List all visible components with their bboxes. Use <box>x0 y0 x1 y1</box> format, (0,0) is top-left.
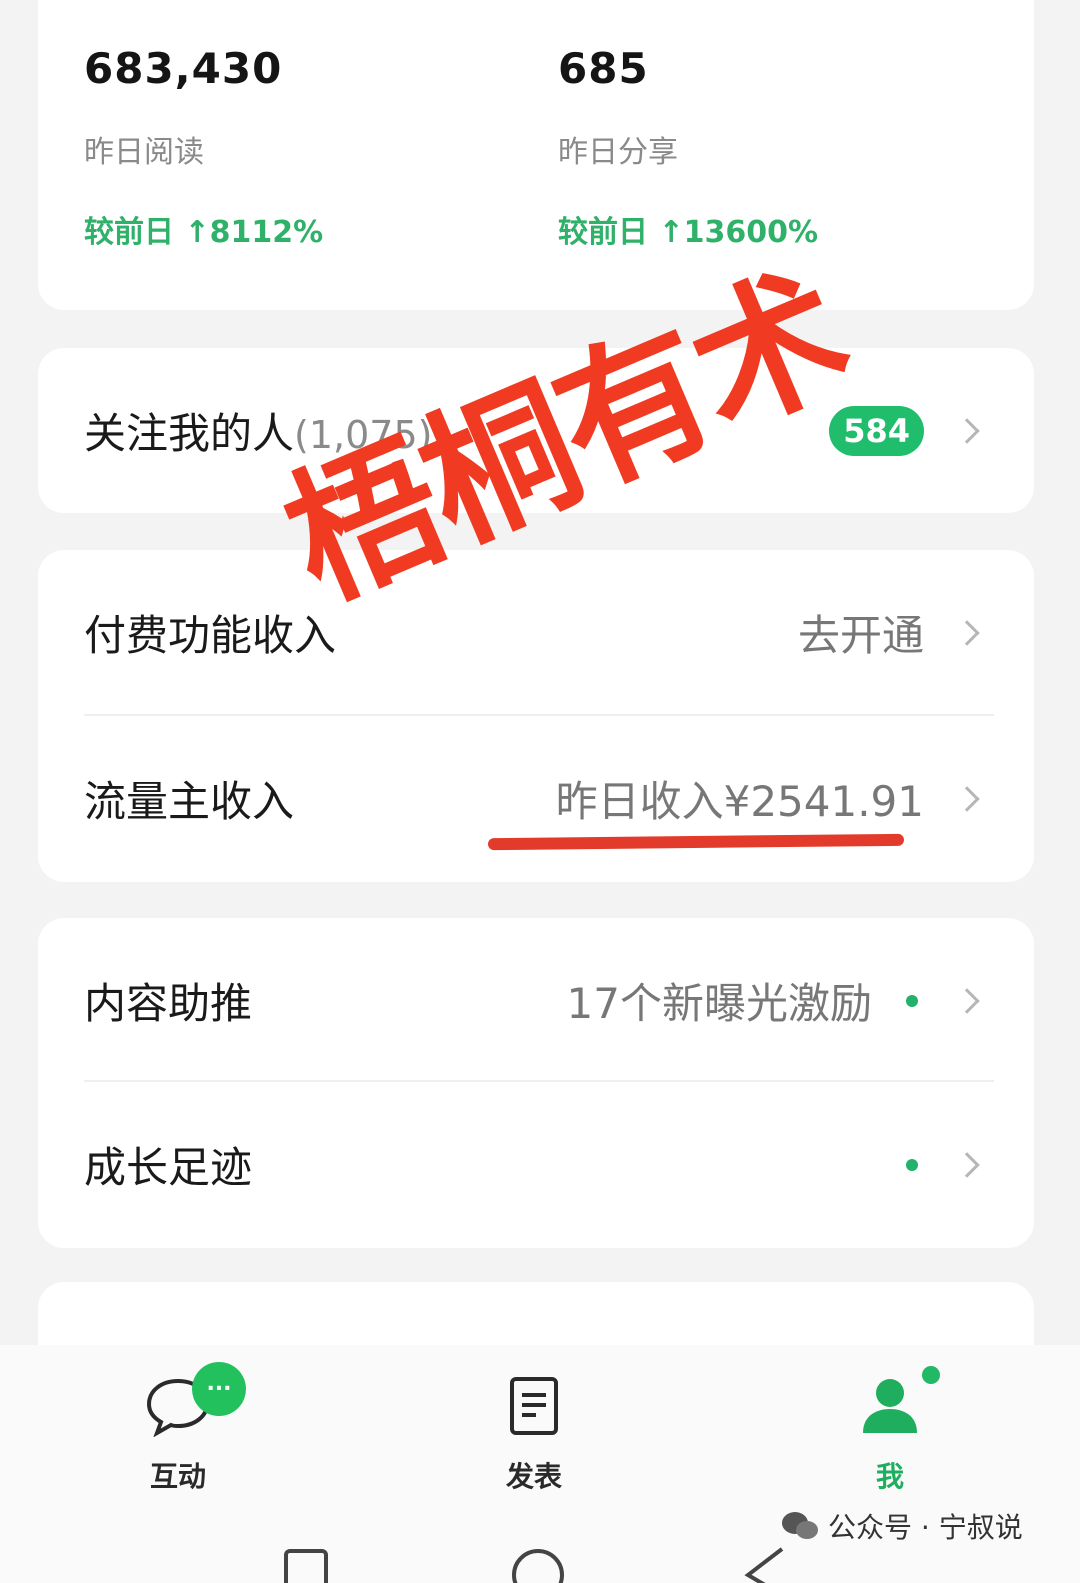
document-icon <box>510 1377 558 1435</box>
shares-value: 685 <box>558 44 649 93</box>
traffic-income-right: 昨日收入¥2541.91 <box>555 768 980 829</box>
traffic-income-title: 流量主收入 <box>84 777 295 826</box>
notification-dot <box>906 994 918 1007</box>
tab-publish[interactable]: 发表 <box>464 1375 604 1495</box>
back-nav-icon[interactable] <box>742 1545 792 1583</box>
home-nav-icon[interactable] <box>508 1545 568 1583</box>
shares-label: 昨日分享 <box>558 135 678 170</box>
traffic-income-value: 昨日收入¥2541.91 <box>555 777 924 826</box>
reads-value: 683,430 <box>84 44 283 93</box>
growth-card: 内容助推 17个新曝光激励 成长足迹 <box>38 918 1034 1248</box>
chevron-right-icon <box>954 785 980 812</box>
paid-income-row[interactable]: 付费功能收入 去开通 <box>38 550 1034 715</box>
account-watermark-text: 公众号 · 宁叔说 <box>828 1511 1023 1544</box>
content-boost-value: 17个新曝光激励 <box>566 979 872 1028</box>
traffic-income-row[interactable]: 流量主收入 昨日收入¥2541.91 <box>38 716 1034 881</box>
tab-me-label: 我 <box>875 1460 904 1493</box>
content-boost-row[interactable]: 内容助推 17个新曝光激励 <box>38 918 1034 1083</box>
tab-publish-label: 发表 <box>505 1460 562 1493</box>
square-nav-icon[interactable] <box>282 1545 332 1583</box>
chevron-right-icon <box>954 987 980 1014</box>
chat-badge: ... <box>192 1362 246 1416</box>
growth-title: 成长足迹 <box>84 1143 253 1192</box>
wechat-icon <box>782 1512 818 1539</box>
paid-income-title: 付费功能收入 <box>84 611 337 660</box>
stats-card: 683,430 昨日阅读 较前日 ↑8112% 685 昨日分享 较前日 ↑13… <box>38 0 1034 310</box>
reads-label: 昨日阅读 <box>84 135 204 170</box>
growth-row[interactable]: 成长足迹 <box>38 1082 1034 1247</box>
notification-dot <box>906 1158 918 1171</box>
paid-income-right: 去开通 <box>797 602 980 663</box>
content-boost-title: 内容助推 <box>84 979 253 1028</box>
chevron-right-icon <box>954 417 980 444</box>
person-icon <box>863 1379 917 1433</box>
account-watermark: 公众号 · 宁叔说 <box>780 1506 1023 1546</box>
reads-change: 较前日 ↑8112% <box>84 215 324 250</box>
chevron-right-icon <box>954 619 980 646</box>
tab-me[interactable]: 我 <box>820 1375 960 1495</box>
content-boost-right: 17个新曝光激励 <box>566 970 980 1031</box>
tab-interact-label: 互动 <box>149 1460 206 1493</box>
notification-dot <box>922 1366 940 1384</box>
income-card: 付费功能收入 去开通 流量主收入 昨日收入¥2541.91 <box>38 550 1034 882</box>
reads-stat[interactable]: 683,430 昨日阅读 较前日 ↑8112% <box>84 44 323 251</box>
growth-right <box>906 1151 980 1178</box>
paid-income-value: 去开通 <box>797 611 924 660</box>
chevron-right-icon <box>954 1151 980 1178</box>
